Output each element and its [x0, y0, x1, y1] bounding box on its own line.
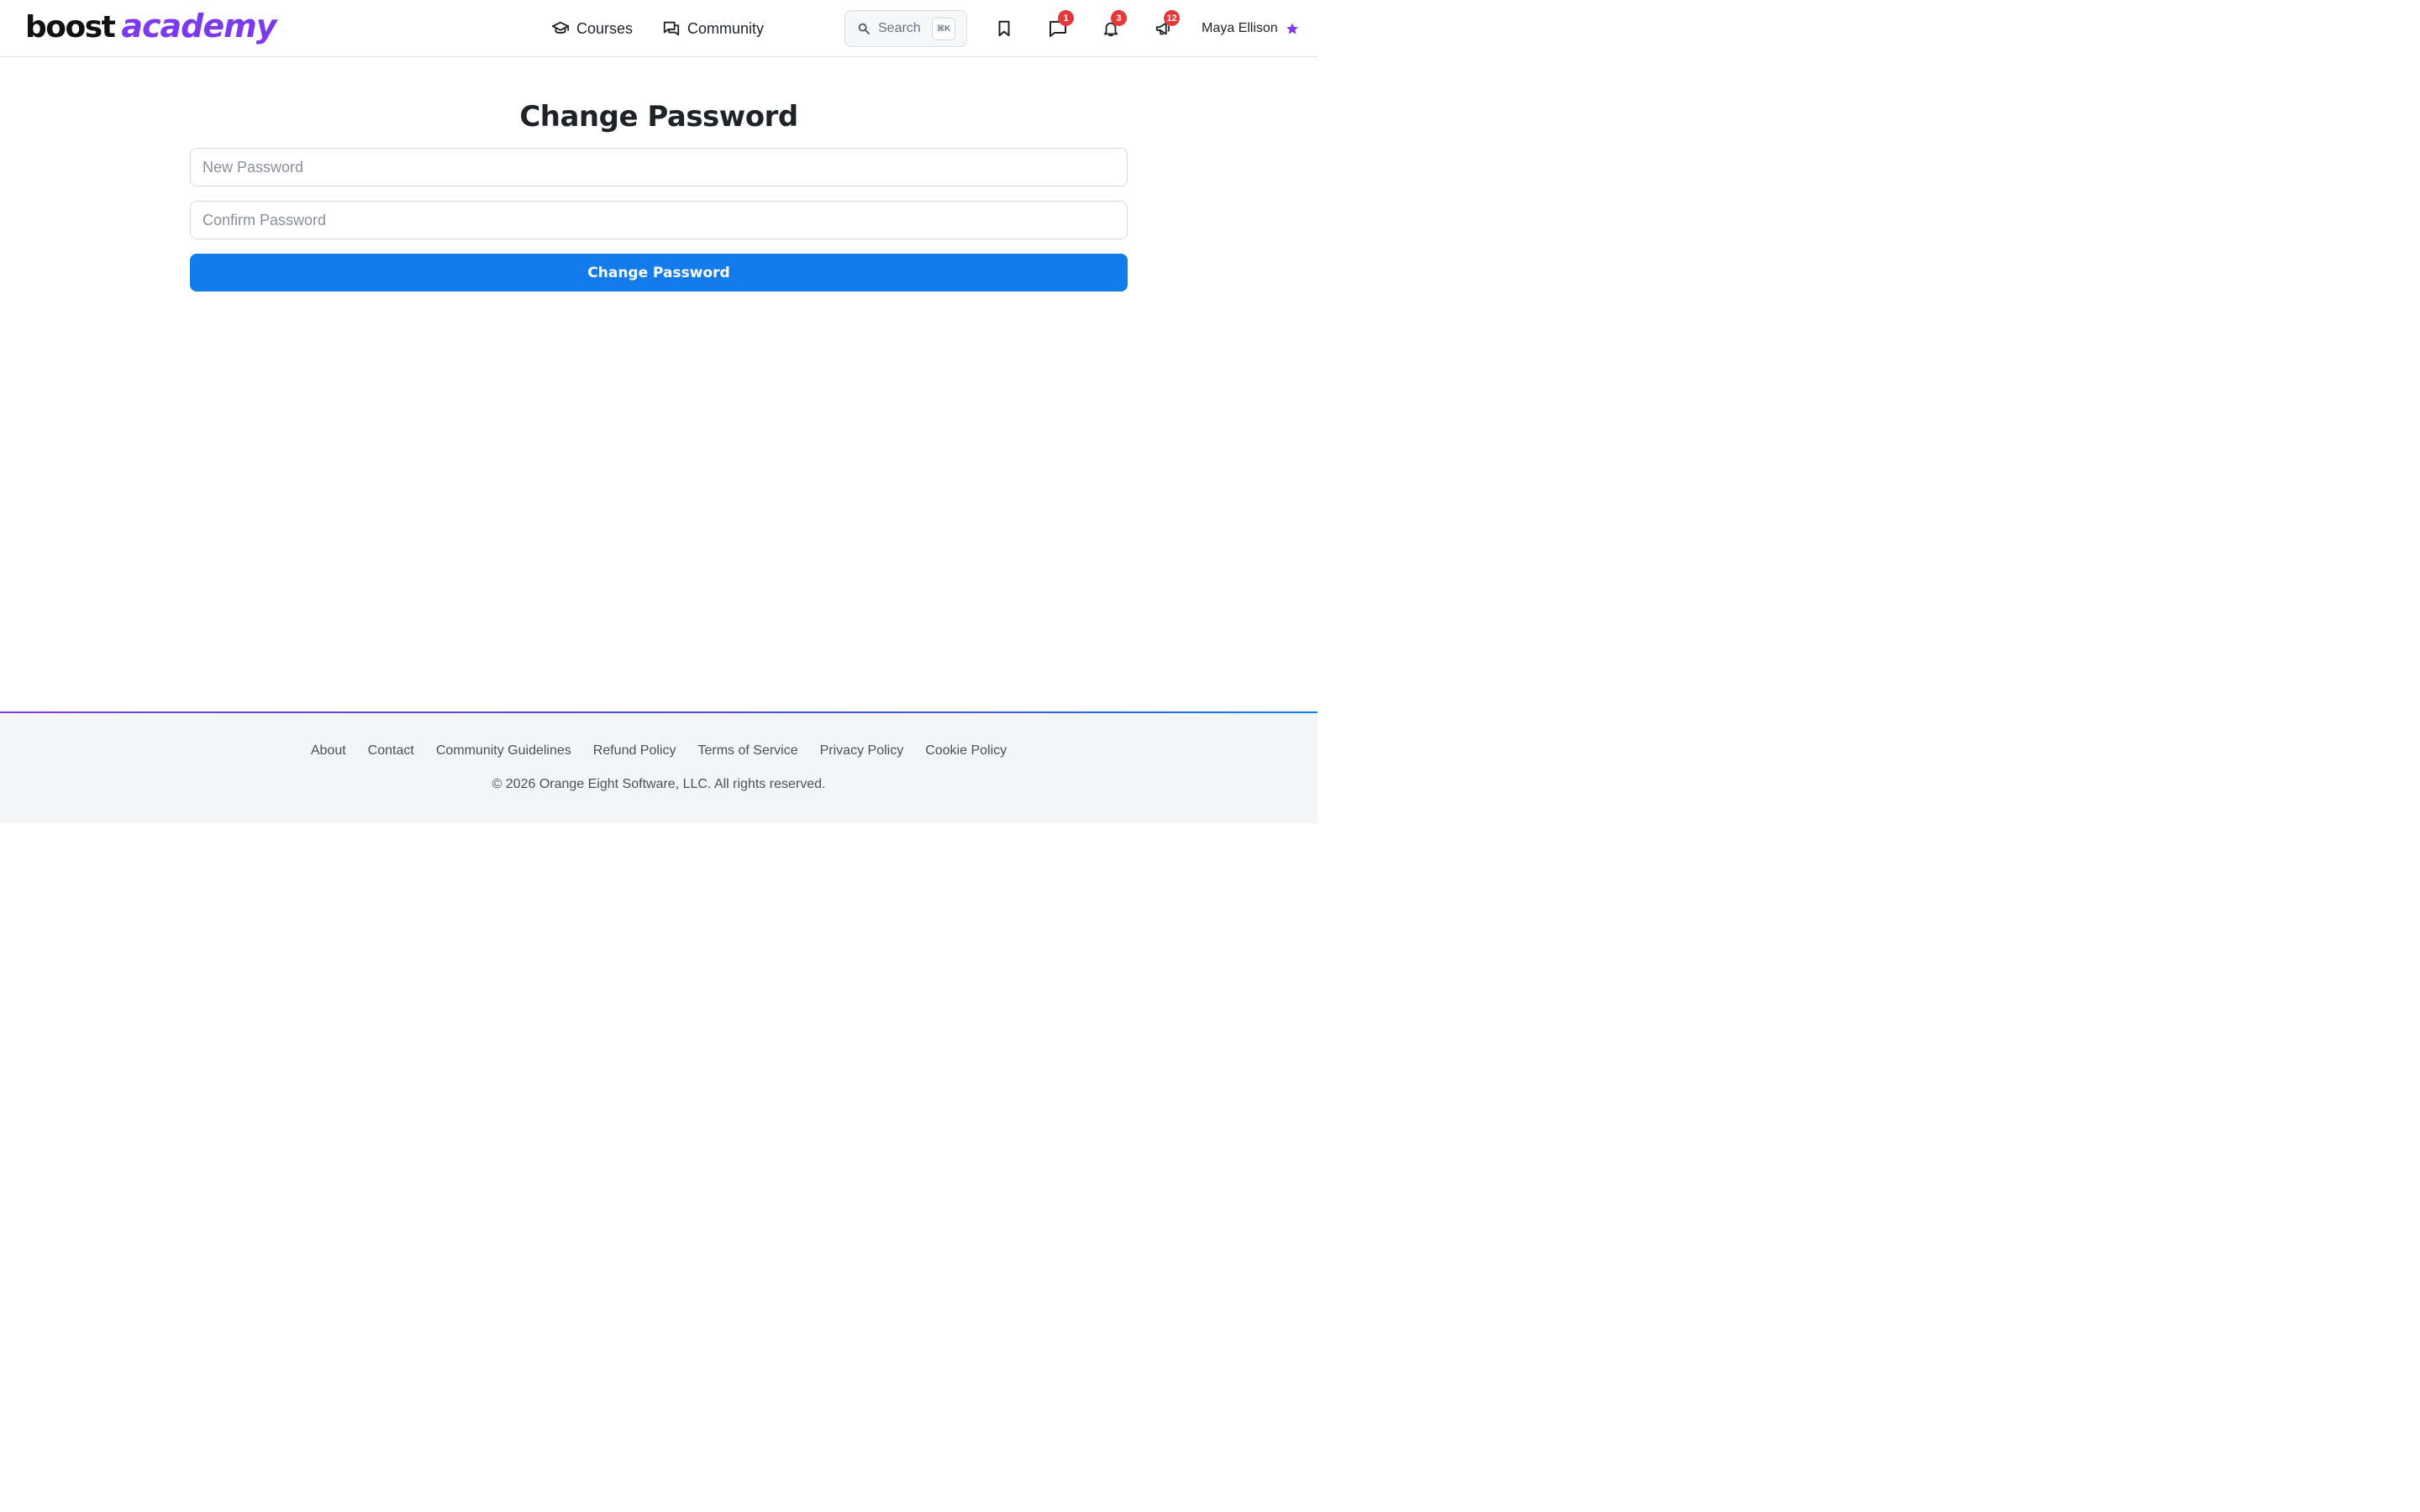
footer-links: About Contact Community Guidelines Refun… — [0, 743, 1318, 759]
footer-link-cookie-policy[interactable]: Cookie Policy — [925, 743, 1007, 759]
confirm-password-input[interactable] — [190, 201, 1128, 239]
announcements-button[interactable]: 12 — [1150, 10, 1180, 42]
footer-divider — [0, 711, 1318, 713]
top-header: boost academy Courses Community Search ⌘… — [0, 0, 1318, 57]
site-footer: About Contact Community Guidelines Refun… — [0, 711, 1318, 823]
footer-link-privacy-policy[interactable]: Privacy Policy — [820, 743, 904, 759]
search-placeholder: Search — [878, 21, 921, 35]
bookmark-icon — [998, 20, 1010, 37]
search-icon — [858, 23, 870, 34]
announcements-badge: 12 — [1164, 10, 1180, 26]
notifications-button[interactable]: 3 — [1097, 10, 1127, 42]
change-password-button[interactable]: Change Password — [190, 254, 1128, 291]
notifications-badge: 3 — [1111, 10, 1127, 26]
footer-link-about[interactable]: About — [311, 743, 346, 759]
chat-bubbles-icon — [663, 21, 680, 36]
graduation-cap-icon — [551, 21, 570, 34]
brand-logo[interactable]: boost academy — [25, 7, 277, 49]
search-shortcut-hint: ⌘K — [932, 18, 955, 40]
copyright-text: © 2026 Orange Eight Software, LLC. All r… — [492, 777, 826, 791]
messages-button[interactable]: 1 — [1044, 10, 1074, 42]
new-password-input[interactable] — [190, 148, 1128, 186]
logo-boost-text: boost — [25, 10, 116, 45]
footer-link-contact[interactable]: Contact — [368, 743, 414, 759]
nav-community-label: Community — [687, 19, 765, 37]
nav-courses-label: Courses — [576, 19, 634, 37]
bookmarks-button[interactable] — [991, 15, 1018, 42]
star-icon — [1286, 23, 1298, 34]
logo-academy-text: academy — [121, 8, 276, 45]
search-box[interactable]: Search ⌘K — [844, 10, 967, 47]
user-name: Maya Ellison — [1202, 21, 1278, 35]
nav-courses[interactable]: Courses — [551, 15, 633, 42]
page-title: Change Password — [519, 100, 798, 134]
footer-link-refund-policy[interactable]: Refund Policy — [593, 743, 676, 759]
messages-badge: 1 — [1058, 10, 1074, 26]
footer-link-community-guidelines[interactable]: Community Guidelines — [436, 743, 571, 759]
nav-community[interactable]: Community — [662, 15, 764, 42]
footer-link-terms-of-service[interactable]: Terms of Service — [697, 743, 797, 759]
user-menu[interactable]: Maya Ellison — [1202, 15, 1299, 42]
